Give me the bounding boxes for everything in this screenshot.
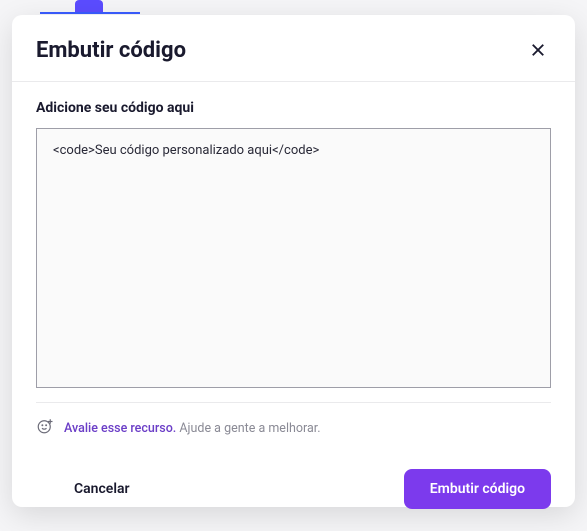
cancel-button[interactable]: Cancelar xyxy=(36,469,168,509)
modal-footer: Cancelar Embutir código xyxy=(12,451,575,531)
background-button-fragment xyxy=(75,0,103,12)
modal-title: Embutir código xyxy=(36,38,186,63)
close-button[interactable] xyxy=(525,37,551,63)
code-input[interactable] xyxy=(36,128,551,388)
smiley-plus-icon xyxy=(36,417,54,439)
modal-header: Embutir código xyxy=(12,15,575,82)
code-field-label: Adicione seu código aqui xyxy=(36,100,551,116)
feedback-row: Avalie esse recurso. Ajude a gente a mel… xyxy=(36,402,551,439)
feedback-link[interactable]: Avalie esse recurso. xyxy=(64,421,176,436)
embed-code-modal: Embutir código Adicione seu código aqui xyxy=(12,15,575,507)
feedback-helper: Ajude a gente a melhorar. xyxy=(176,421,320,436)
modal-body: Adicione seu código aqui Avalie esse rec… xyxy=(12,82,575,451)
feedback-text: Avalie esse recurso. Ajude a gente a mel… xyxy=(64,421,321,436)
close-icon xyxy=(529,41,547,59)
submit-button[interactable]: Embutir código xyxy=(404,469,551,509)
